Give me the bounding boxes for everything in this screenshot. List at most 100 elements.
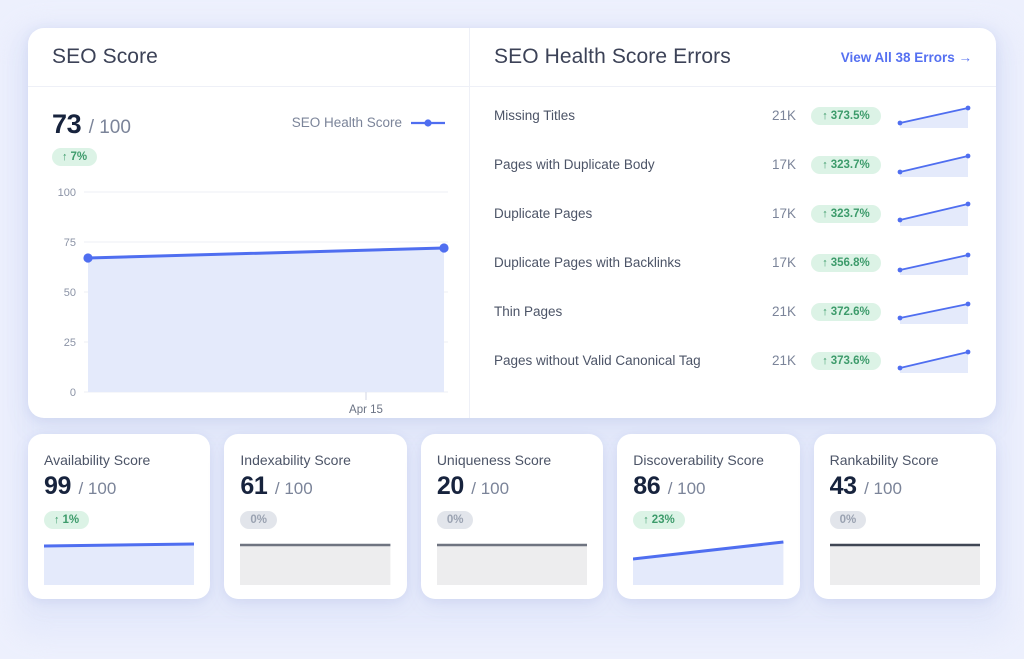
error-change-value: 356.8% bbox=[830, 256, 870, 269]
view-all-errors-link[interactable]: View All 38 Errors → bbox=[841, 50, 972, 65]
status-badge: ↑ 323.7% bbox=[811, 204, 881, 223]
errors-header: SEO Health Score Errors View All 38 Erro… bbox=[470, 28, 996, 87]
y-tick-75: 75 bbox=[64, 237, 76, 249]
score-card-title: Availability Score bbox=[44, 452, 151, 468]
table-row[interactable]: Thin Pages 21K ↑ 372.6% bbox=[494, 287, 972, 336]
error-name: Pages without Valid Canonical Tag bbox=[494, 353, 701, 368]
x-tick-apr-15: Apr 15 bbox=[349, 404, 383, 415]
error-name: Thin Pages bbox=[494, 304, 563, 319]
table-row[interactable]: Pages without Valid Canonical Tag 21K ↑ … bbox=[494, 336, 972, 385]
arrow-up-icon: ↑ bbox=[822, 109, 828, 122]
error-change-value: 373.5% bbox=[830, 109, 870, 122]
error-count: 17K bbox=[771, 157, 796, 172]
score-card-change: 0% bbox=[839, 514, 857, 526]
score-card-value: 43 bbox=[829, 472, 857, 500]
error-change-value: 372.6% bbox=[830, 305, 870, 318]
y-tick-0: 0 bbox=[70, 387, 76, 399]
sparkline bbox=[896, 101, 972, 131]
sparkline bbox=[896, 346, 972, 376]
chart-point-start bbox=[83, 253, 93, 263]
score-card-value: 61 bbox=[240, 472, 268, 500]
score-card-discoverability[interactable]: Discoverability Score 86 / 100 ↑ 23% bbox=[617, 434, 800, 599]
status-badge: ↑ 323.7% bbox=[811, 155, 881, 174]
score-card-title: Rankability Score bbox=[829, 452, 939, 468]
status-badge: 0% bbox=[829, 511, 867, 529]
seo-score-change-value: 7% bbox=[70, 151, 88, 163]
score-card-title: Discoverability Score bbox=[633, 452, 764, 468]
chart-point-end bbox=[439, 243, 449, 253]
seo-health-score-chart: 100 75 50 25 0 Apr 15 bbox=[42, 180, 451, 415]
status-badge: ↑ 373.6% bbox=[811, 351, 881, 370]
y-tick-50: 50 bbox=[64, 287, 76, 299]
score-card-chart bbox=[436, 539, 588, 585]
y-tick-100: 100 bbox=[58, 187, 76, 199]
score-card-uniqueness[interactable]: Uniqueness Score 20 / 100 0% bbox=[420, 434, 604, 599]
score-card-change: 23% bbox=[651, 514, 675, 526]
status-badge: ↑ 23% bbox=[633, 511, 685, 529]
score-card-rankability[interactable]: Rankability Score 43 / 100 0% bbox=[813, 434, 997, 599]
sparkline bbox=[896, 248, 972, 278]
status-badge: 0% bbox=[436, 511, 474, 529]
score-card-indexability[interactable]: Indexability Score 61 / 100 0% bbox=[224, 434, 407, 599]
status-badge: 0% bbox=[240, 511, 278, 529]
seo-score-block: 73 / 100 ↑ 7% SEO Health Score bbox=[28, 87, 469, 166]
chart-area-fill bbox=[88, 248, 444, 392]
seo-score-panel: SEO Score 73 / 100 ↑ 7% SEO Health Score… bbox=[28, 28, 470, 418]
score-card-chart bbox=[633, 539, 784, 585]
score-card-change: 0% bbox=[446, 514, 464, 526]
error-name: Pages with Duplicate Body bbox=[494, 157, 655, 172]
arrow-up-icon: ↑ bbox=[62, 151, 68, 163]
arrow-up-icon: ↑ bbox=[822, 158, 828, 171]
table-row[interactable]: Duplicate Pages 17K ↑ 323.7% bbox=[494, 189, 972, 238]
error-name: Missing Titles bbox=[494, 108, 576, 123]
score-card-denominator: / 100 bbox=[667, 479, 706, 498]
seo-score-change-badge: ↑ 7% bbox=[52, 148, 98, 166]
seo-overview-card: SEO Score 73 / 100 ↑ 7% SEO Health Score… bbox=[28, 28, 996, 418]
errors-list: Missing Titles 21K ↑ 373.5% Pages with D… bbox=[470, 87, 996, 385]
legend-line-marker-icon bbox=[411, 118, 445, 127]
arrow-up-icon: ↑ bbox=[822, 207, 828, 220]
dashboard-page: SEO Score 73 / 100 ↑ 7% SEO Health Score… bbox=[0, 0, 1024, 659]
error-count: 17K bbox=[771, 206, 796, 221]
sparkline bbox=[896, 199, 972, 229]
status-badge: ↑ 356.8% bbox=[811, 253, 881, 272]
legend-label: SEO Health Score bbox=[291, 115, 402, 130]
arrow-up-icon: ↑ bbox=[822, 354, 828, 367]
arrow-up-icon: ↑ bbox=[822, 305, 828, 318]
arrow-up-icon: ↑ bbox=[822, 256, 828, 269]
score-card-value: 20 bbox=[436, 472, 464, 500]
table-row[interactable]: Missing Titles 21K ↑ 373.5% bbox=[494, 91, 972, 140]
sparkline bbox=[896, 150, 972, 180]
score-card-value: 99 bbox=[44, 472, 72, 500]
score-card-change: 1% bbox=[62, 514, 80, 526]
score-card-change: 0% bbox=[250, 514, 268, 526]
error-count: 21K bbox=[771, 108, 796, 123]
seo-score-value-group: 73 / 100 ↑ 7% bbox=[52, 109, 131, 166]
chart-legend: SEO Health Score bbox=[292, 115, 445, 130]
score-cards-row: Availability Score 99 / 100 ↑ 1% Indexab… bbox=[28, 434, 997, 599]
sparkline bbox=[896, 297, 972, 327]
score-card-title: Uniqueness Score bbox=[436, 452, 552, 468]
score-card-denominator: / 100 bbox=[864, 479, 902, 498]
error-count: 21K bbox=[771, 304, 796, 319]
error-count: 21K bbox=[771, 353, 796, 368]
score-card-denominator: / 100 bbox=[274, 479, 313, 498]
status-badge: ↑ 1% bbox=[44, 511, 90, 529]
table-row[interactable]: Pages with Duplicate Body 17K ↑ 323.7% bbox=[494, 140, 972, 189]
score-card-chart bbox=[240, 539, 391, 585]
page-title: SEO Score bbox=[52, 45, 158, 68]
score-card-denominator: / 100 bbox=[471, 479, 510, 498]
seo-score-header: SEO Score bbox=[28, 28, 469, 87]
score-card-chart bbox=[44, 539, 195, 585]
status-badge: ↑ 373.5% bbox=[811, 106, 881, 125]
score-card-availability[interactable]: Availability Score 99 / 100 ↑ 1% bbox=[28, 434, 211, 599]
status-badge: ↑ 372.6% bbox=[811, 302, 881, 321]
seo-score-value: 73 bbox=[52, 109, 82, 139]
seo-health-errors-panel: SEO Health Score Errors View All 38 Erro… bbox=[470, 28, 996, 418]
seo-score-denominator: / 100 bbox=[88, 117, 131, 138]
score-card-chart bbox=[829, 539, 981, 585]
arrow-up-icon: ↑ bbox=[643, 514, 649, 526]
y-tick-25: 25 bbox=[64, 337, 76, 349]
table-row[interactable]: Duplicate Pages with Backlinks 17K ↑ 356… bbox=[494, 238, 972, 287]
error-change-value: 323.7% bbox=[830, 158, 870, 171]
